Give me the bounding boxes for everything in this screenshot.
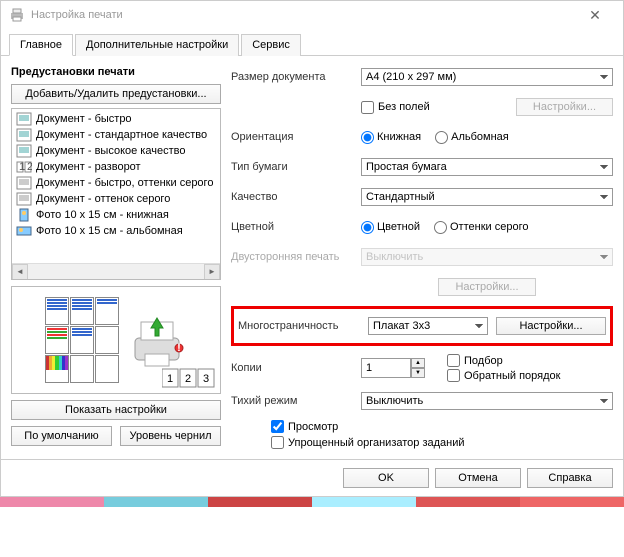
tab-service[interactable]: Сервис: [241, 34, 301, 56]
ok-button[interactable]: OK: [343, 468, 429, 488]
list-item[interactable]: Документ - стандартное качество: [14, 127, 218, 143]
cancel-button[interactable]: Отмена: [435, 468, 521, 488]
copies-input[interactable]: [361, 358, 411, 378]
copies-icon: 123: [162, 365, 216, 389]
photo-portrait-icon: [16, 208, 32, 222]
svg-text:2: 2: [185, 373, 191, 385]
tab-main[interactable]: Главное: [9, 34, 73, 56]
preview-box: ! 123: [11, 286, 221, 394]
reverse-order-checkbox[interactable]: Обратный порядок: [447, 369, 560, 382]
color-radio[interactable]: Цветной: [361, 221, 420, 234]
close-button[interactable]: ✕: [575, 7, 615, 24]
svg-text:2: 2: [27, 161, 32, 173]
help-button[interactable]: Справка: [527, 468, 613, 488]
spread-icon: 12: [16, 160, 32, 174]
list-item[interactable]: Фото 10 x 15 см - книжная: [14, 207, 218, 223]
doc-size-select[interactable]: A4 (210 x 297 мм): [361, 68, 613, 86]
left-panel: Предустановки печати Добавить/Удалить пр…: [11, 66, 221, 449]
doc-gray-icon: [16, 176, 32, 190]
list-item[interactable]: Документ - оттенок серого: [14, 191, 218, 207]
defaults-button[interactable]: По умолчанию: [11, 426, 112, 446]
right-panel: Размер документа A4 (210 x 297 мм) Без п…: [231, 66, 613, 449]
color-label: Цветной: [231, 221, 361, 233]
svg-text:1: 1: [19, 161, 25, 173]
presets-title: Предустановки печати: [11, 66, 221, 78]
dialog-buttons: OK Отмена Справка: [1, 459, 623, 496]
orientation-label: Ориентация: [231, 131, 361, 143]
quality-label: Качество: [231, 191, 361, 203]
spin-up[interactable]: ▲: [411, 358, 425, 368]
copies-spinbox[interactable]: ▲▼: [361, 358, 425, 378]
tab-advanced[interactable]: Дополнительные настройки: [75, 34, 239, 56]
grayscale-radio[interactable]: Оттенки серого: [434, 221, 528, 234]
orientation-portrait-radio[interactable]: Книжная: [361, 131, 421, 144]
duplex-settings-button: Настройки...: [438, 278, 535, 296]
paper-type-label: Тип бумаги: [231, 161, 361, 173]
svg-text:1: 1: [167, 373, 173, 385]
multipage-highlight-box: Многостраничность Плакат 3x3 Настройки..…: [231, 306, 613, 346]
paper-type-select[interactable]: Простая бумага: [361, 158, 613, 176]
copies-label: Копии: [231, 362, 361, 374]
doc-icon: [16, 112, 32, 126]
duplex-select: Выключить: [361, 248, 613, 266]
svg-text:3: 3: [203, 373, 209, 385]
horizontal-scrollbar[interactable]: ◄►: [12, 263, 220, 279]
preview-checkbox[interactable]: Просмотр: [271, 420, 613, 433]
collate-checkbox[interactable]: Подбор: [447, 354, 560, 367]
add-remove-presets-button[interactable]: Добавить/Удалить предустановки...: [11, 84, 221, 104]
spin-down[interactable]: ▼: [411, 368, 425, 378]
quality-select[interactable]: Стандартный: [361, 188, 613, 206]
duplex-label: Двусторонняя печать: [231, 251, 361, 263]
list-item[interactable]: 12Документ - разворот: [14, 159, 218, 175]
list-item[interactable]: Фото 10 x 15 см - альбомная: [14, 223, 218, 239]
print-settings-window: Настройка печати ✕ Главное Дополнительны…: [0, 0, 624, 497]
multipage-settings-button[interactable]: Настройки...: [496, 317, 606, 335]
orientation-landscape-radio[interactable]: Альбомная: [435, 131, 509, 144]
photo-landscape-icon: [16, 224, 32, 238]
doc-icon: [16, 144, 32, 158]
list-item[interactable]: Документ - быстро: [14, 111, 218, 127]
multipage-select[interactable]: Плакат 3x3: [368, 317, 488, 335]
borderless-checkbox[interactable]: Без полей: [361, 101, 430, 114]
ink-levels-button[interactable]: Уровень чернил: [120, 426, 221, 446]
window-title: Настройка печати: [31, 9, 575, 21]
multipage-label: Многостраничность: [238, 320, 368, 332]
doc-size-label: Размер документа: [231, 71, 361, 83]
svg-text:!: !: [177, 342, 181, 354]
preset-list[interactable]: Документ - быстро Документ - стандартное…: [11, 108, 221, 280]
tabs: Главное Дополнительные настройки Сервис: [1, 29, 623, 56]
doc-icon: [16, 128, 32, 142]
background-strip: [0, 497, 624, 507]
quiet-mode-label: Тихий режим: [231, 395, 361, 407]
titlebar: Настройка печати ✕: [1, 1, 623, 29]
simple-organizer-checkbox[interactable]: Упрощенный организатор заданий: [271, 436, 613, 449]
content-area: Предустановки печати Добавить/Удалить пр…: [1, 56, 623, 459]
show-settings-button[interactable]: Показать настройки: [11, 400, 221, 420]
list-item[interactable]: Документ - быстро, оттенки серого: [14, 175, 218, 191]
printer-icon: !: [127, 310, 187, 370]
printer-icon: [9, 7, 25, 23]
borderless-settings-button: Настройки...: [516, 98, 613, 116]
quiet-mode-select[interactable]: Выключить: [361, 392, 613, 410]
poster-preview-icon: [45, 297, 119, 383]
list-item[interactable]: Документ - высокое качество: [14, 143, 218, 159]
doc-gray-icon: [16, 192, 32, 206]
